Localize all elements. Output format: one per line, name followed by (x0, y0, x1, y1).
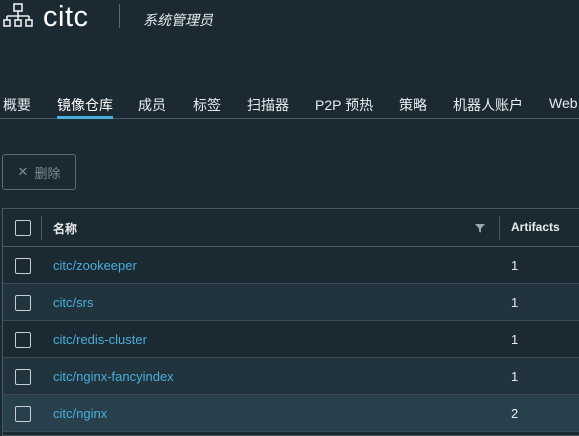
close-icon: ✕ (17, 164, 29, 179)
artifact-count: 2 (511, 406, 519, 421)
select-all-checkbox[interactable] (15, 220, 31, 236)
table-row[interactable]: citc/redis-cluster 1 (3, 321, 579, 358)
tab-policy[interactable]: 策略 (399, 95, 427, 118)
tab-repositories[interactable]: 镜像仓库 (57, 95, 113, 119)
table-row[interactable]: citc/srs 1 (3, 284, 579, 321)
filter-icon[interactable] (475, 223, 485, 233)
table-header: 名称 Artifacts (3, 209, 579, 247)
tab-labels[interactable]: 标签 (193, 95, 221, 118)
delete-button-label: 删除 (34, 165, 61, 181)
table-row[interactable]: citc/nginx-fancyindex 1 (3, 358, 579, 395)
tab-robot-accounts[interactable]: 机器人账户 (453, 95, 523, 118)
row-checkbox[interactable] (15, 369, 31, 385)
repository-link[interactable]: citc/redis-cluster (53, 332, 147, 347)
repository-link[interactable]: citc/zookeeper (53, 258, 137, 273)
column-divider[interactable] (499, 216, 500, 240)
tab-scanner[interactable]: 扫描器 (247, 95, 289, 118)
repository-link[interactable]: citc/nginx (53, 406, 107, 421)
column-header-artifacts[interactable]: Artifacts (511, 220, 560, 234)
tab-p2p-preheat[interactable]: P2P 预热 (315, 95, 373, 118)
header-divider (119, 4, 120, 28)
artifact-count: 1 (511, 332, 519, 347)
column-divider (41, 216, 42, 240)
delete-button[interactable]: ✕ 删除 (2, 154, 76, 190)
project-header: citc 系统管理员 (0, 0, 579, 40)
tab-summary[interactable]: 概要 (3, 95, 31, 118)
row-checkbox[interactable] (15, 332, 31, 348)
row-checkbox[interactable] (15, 258, 31, 274)
table-row[interactable]: citc/nginx 2 (3, 395, 579, 432)
tab-webhooks[interactable]: Web (549, 95, 578, 118)
table-row[interactable]: citc/zookeeper 1 (3, 247, 579, 284)
row-checkbox[interactable] (15, 295, 31, 311)
artifact-count: 1 (511, 369, 519, 384)
tab-members[interactable]: 成员 (138, 95, 166, 118)
user-role: 系统管理员 (143, 12, 213, 28)
artifact-count: 1 (511, 258, 519, 273)
column-header-name[interactable]: 名称 (53, 220, 77, 237)
repository-link[interactable]: citc/srs (53, 295, 93, 310)
repository-link[interactable]: citc/nginx-fancyindex (53, 369, 174, 384)
project-tree-icon (3, 3, 33, 27)
repository-table: 名称 Artifacts citc/zookeeper 1 citc/srs 1… (2, 208, 579, 436)
project-tabs: 概要 镜像仓库 成员 标签 扫描器 P2P 预热 策略 机器人账户 Web (0, 92, 579, 119)
row-checkbox[interactable] (15, 406, 31, 422)
project-title: citc (43, 1, 89, 33)
artifact-count: 1 (511, 295, 519, 310)
